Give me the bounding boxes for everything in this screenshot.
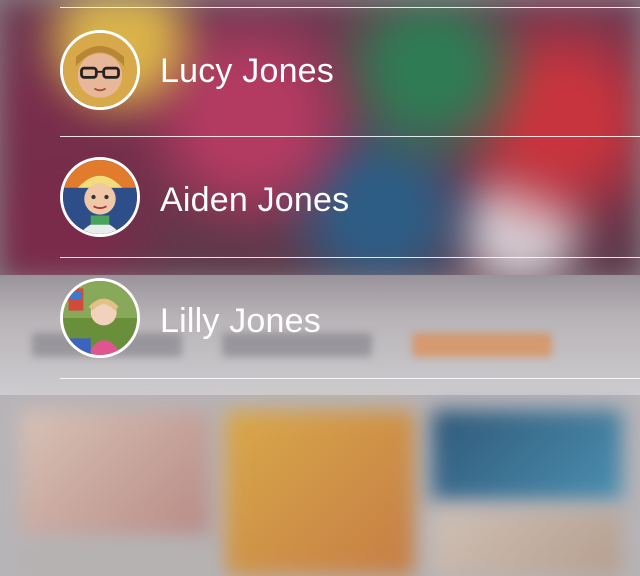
photo-baby-grass-icon	[63, 281, 137, 355]
blurred-photo-tile	[432, 510, 622, 576]
contact-name: Aiden Jones	[160, 181, 350, 219]
photo-toddler-hat-icon	[63, 160, 137, 234]
avatar	[60, 30, 140, 110]
contact-name: Lilly Jones	[160, 302, 321, 340]
contact-row-lilly[interactable]: Lilly Jones	[60, 258, 640, 379]
avatar	[60, 157, 140, 237]
blurred-photo-tile	[432, 410, 622, 500]
avatar	[60, 278, 140, 358]
contact-name: Lucy Jones	[160, 52, 334, 90]
blurred-photo-tile	[225, 410, 415, 576]
contact-row-lucy[interactable]: Lucy Jones	[60, 7, 640, 137]
contact-list: Lucy Jones Aiden Jones Lilly Jones	[60, 0, 640, 379]
contact-row-aiden[interactable]: Aiden Jones	[60, 137, 640, 258]
blurred-photo-tile	[20, 410, 210, 535]
blurred-photo-tile	[20, 548, 210, 576]
photo-woman-glasses-icon	[63, 33, 137, 107]
